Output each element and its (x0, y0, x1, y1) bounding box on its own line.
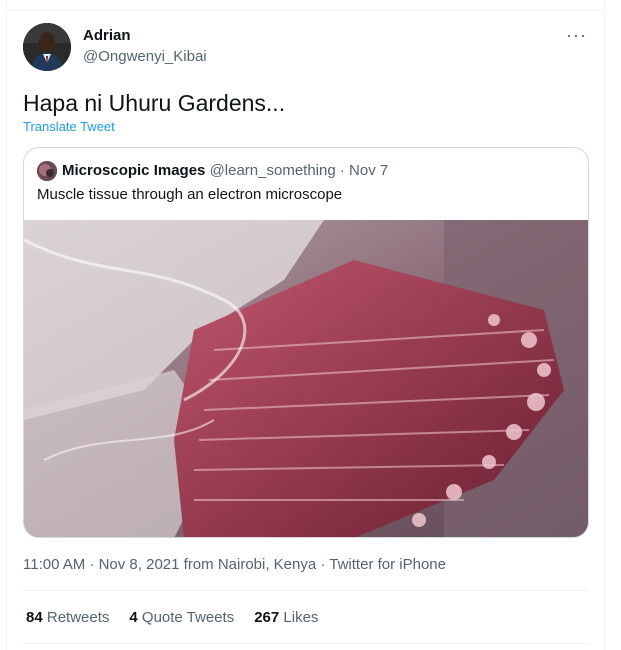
likes-label: Likes (283, 609, 319, 626)
more-options-icon[interactable]: ··· (566, 25, 587, 46)
tweet-timestamp[interactable]: 11:00 AM · Nov 8, 2021 from Nairobi, Ken… (23, 556, 446, 573)
tweet-text: Hapa ni Uhuru Gardens... (23, 90, 286, 116)
likes-count: 267 (254, 609, 280, 626)
translate-tweet-link[interactable]: Translate Tweet (23, 119, 115, 134)
avatar[interactable] (23, 23, 71, 71)
retweets-label: Retweets (46, 609, 110, 626)
tweet-stats: 84 Retweets 4 Quote Tweets 267 Likes (26, 609, 318, 626)
retweets-count: 84 (26, 609, 43, 626)
quoted-header: Microscopic Images @learn_something · No… (62, 162, 388, 179)
quoted-tweet[interactable]: Microscopic Images @learn_something · No… (23, 147, 589, 538)
author-handle[interactable]: @Ongwenyi_Kibai (83, 48, 207, 65)
quoted-separator: · (339, 162, 345, 179)
author-name[interactable]: Adrian (83, 27, 131, 44)
stats-divider-top (23, 590, 589, 591)
stats-divider-bottom (23, 643, 589, 644)
quote-tweets-stat[interactable]: 4 Quote Tweets (129, 609, 234, 626)
quote-tweets-count: 4 (129, 609, 138, 626)
quote-tweets-label: Quote Tweets (141, 609, 235, 626)
quoted-text: Muscle tissue through an electron micros… (37, 186, 343, 203)
quoted-image[interactable] (24, 220, 588, 537)
likes-stat[interactable]: 267 Likes (254, 609, 318, 626)
top-divider (6, 10, 605, 11)
quoted-author-handle[interactable]: @learn_something (210, 162, 336, 179)
quoted-date[interactable]: Nov 7 (349, 162, 388, 179)
retweets-stat[interactable]: 84 Retweets (26, 609, 109, 626)
quoted-avatar[interactable] (37, 161, 57, 181)
quoted-author-name[interactable]: Microscopic Images (62, 162, 205, 179)
